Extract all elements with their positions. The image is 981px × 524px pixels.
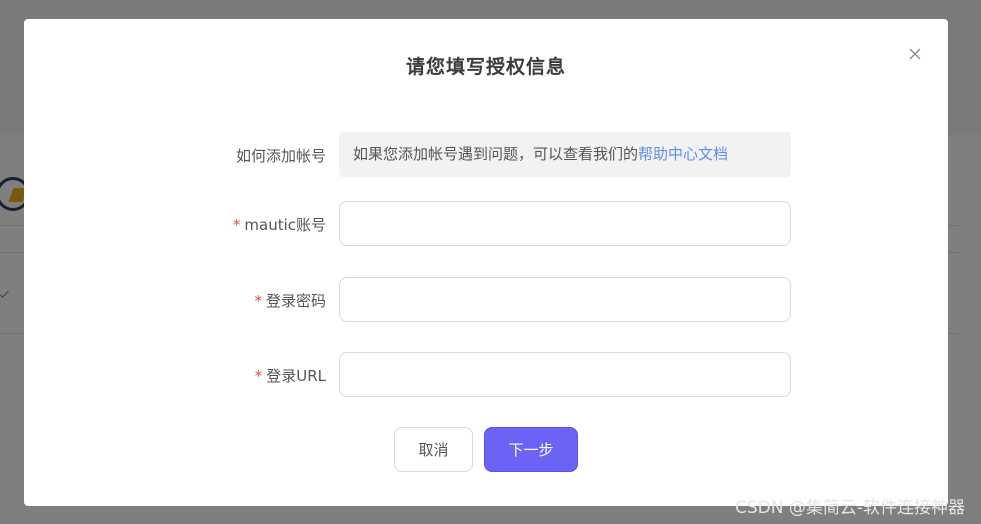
close-icon[interactable] — [906, 45, 924, 63]
how-to-label: 如何添加帐号 — [235, 147, 326, 165]
how-to-tip-text: 如果您添加帐号遇到问题，可以查看我们的 — [353, 145, 639, 163]
required-mark: * — [254, 367, 263, 385]
cancel-button[interactable]: 取消 — [394, 427, 473, 472]
url-input[interactable] — [339, 352, 791, 397]
next-button[interactable]: 下一步 — [484, 427, 578, 472]
password-label-text: 登录密码 — [265, 292, 326, 310]
account-label-text: mautic账号 — [244, 216, 326, 234]
dialog-title: 请您填写授权信息 — [405, 56, 566, 78]
required-mark: * — [232, 216, 241, 234]
password-label: * 登录密码 — [254, 290, 326, 311]
required-mark: * — [254, 292, 262, 310]
password-input[interactable] — [339, 277, 791, 322]
account-input[interactable] — [339, 201, 791, 246]
url-label: * 登录URL — [255, 365, 326, 386]
url-label-text: 登录URL — [266, 367, 326, 385]
help-center-link[interactable]: 帮助中心文档 — [638, 145, 728, 163]
account-label: * mautic账号 — [233, 214, 326, 235]
how-to-tip: 如果您添加帐号遇到问题，可以查看我们的帮助中心文档 — [339, 132, 791, 177]
authorization-dialog: 请您填写授权信息 如何添加帐号 如果您添加帐号遇到问题，可以查看我们的帮助中心文… — [24, 19, 948, 506]
watermark: CSDN @集简云-软件连接神器 — [734, 498, 965, 518]
